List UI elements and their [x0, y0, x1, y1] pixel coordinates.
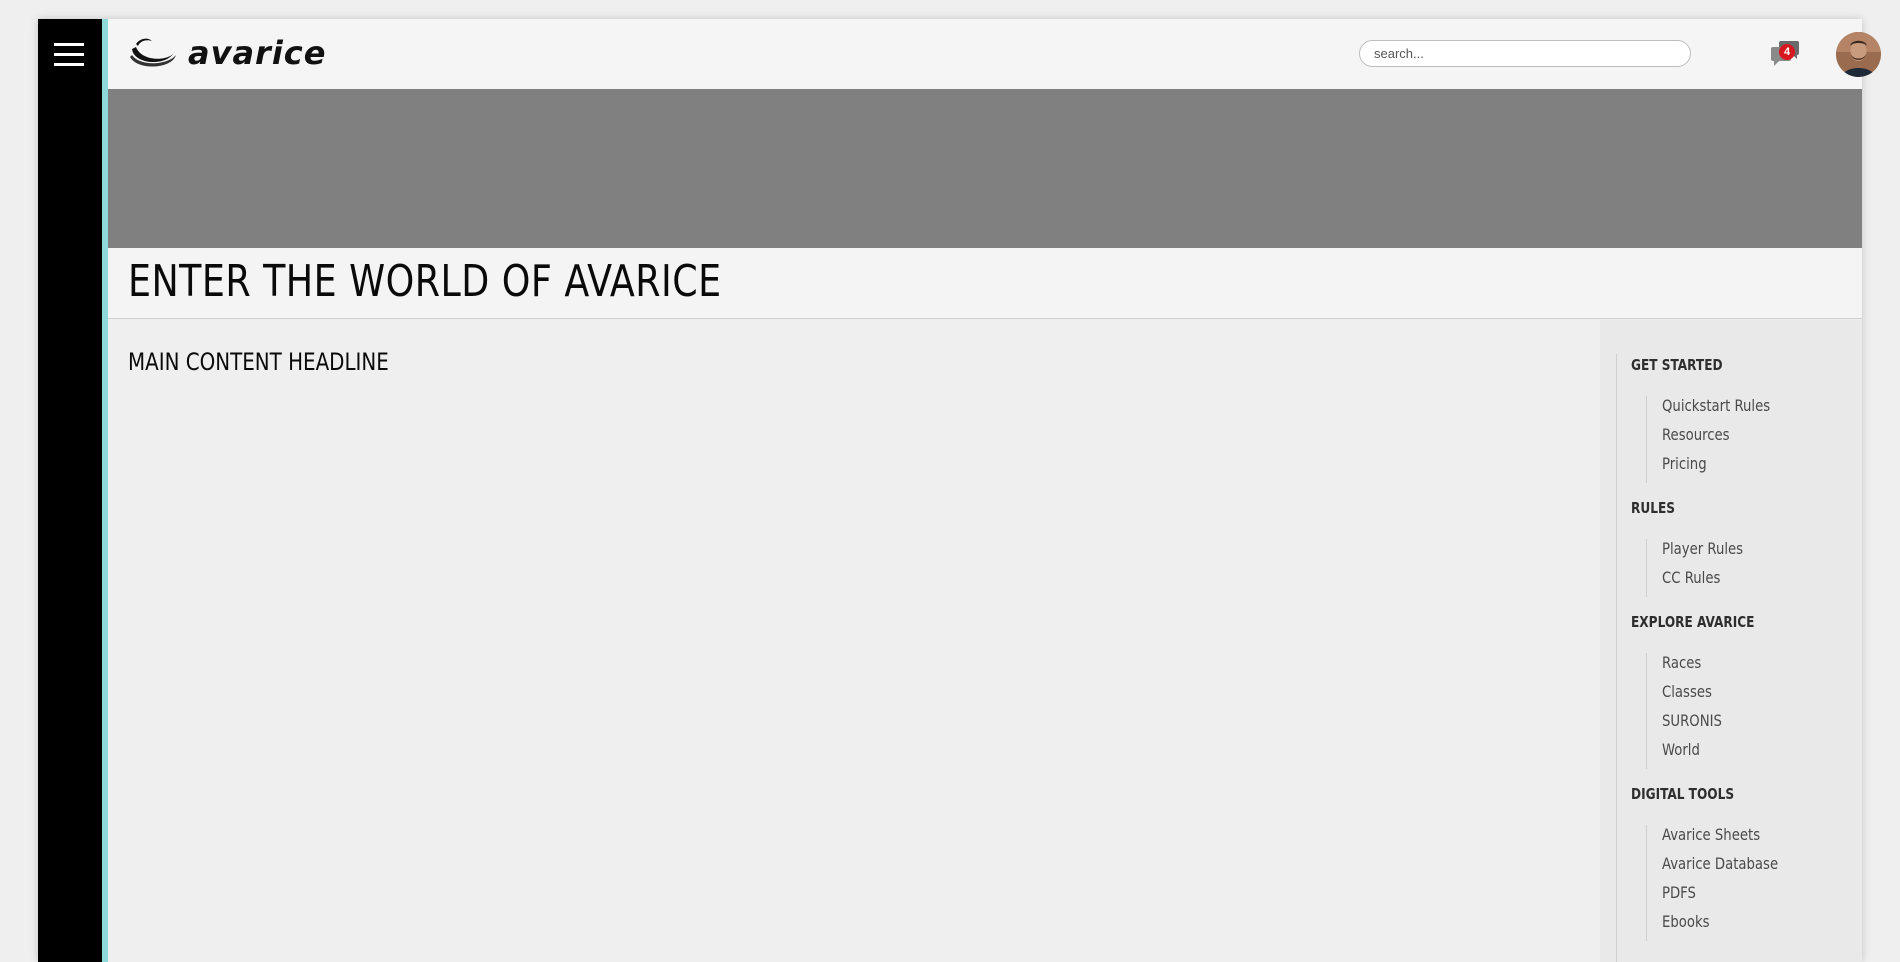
nav-heading[interactable]: RULES [1631, 497, 1816, 519]
main-content: MAIN CONTENT HEADLINE [108, 320, 1598, 962]
logo-text: avarice [188, 34, 327, 72]
nav-item-classes[interactable]: Classes [1662, 682, 1822, 711]
content-area: avarice 4 [108, 19, 1881, 962]
sidebar-tree: GET STARTED Quickstart Rules Resources P… [1616, 354, 1836, 962]
hamburger-menu-icon[interactable] [54, 39, 86, 71]
nav-section-rules: RULES Player Rules CC Rules [1631, 497, 1836, 597]
nav-list: Quickstart Rules Resources Pricing [1646, 396, 1836, 483]
logo-orbit-icon [130, 38, 176, 67]
avatar-image [1836, 32, 1881, 77]
nav-item-races[interactable]: Races [1662, 653, 1822, 682]
nav-list: Player Rules CC Rules [1646, 539, 1836, 597]
notification-badge: 4 [1779, 44, 1795, 60]
nav-item-player-rules[interactable]: Player Rules [1662, 539, 1822, 568]
hero-banner [108, 89, 1862, 248]
nav-heading[interactable]: GET STARTED [1631, 354, 1816, 376]
search-input[interactable] [1359, 40, 1691, 67]
app-frame: avarice 4 [38, 19, 1881, 962]
logo[interactable]: avarice [128, 35, 326, 71]
nav-item-ebooks[interactable]: Ebooks [1662, 912, 1822, 941]
chat-bubbles-icon[interactable]: 4 [1769, 39, 1801, 69]
nav-list: Avarice Sheets Avarice Database PDFS Ebo… [1646, 825, 1836, 941]
left-rail [38, 19, 102, 962]
nav-section-get-started: GET STARTED Quickstart Rules Resources P… [1631, 354, 1836, 483]
nav-item-pdfs[interactable]: PDFS [1662, 883, 1822, 912]
nav-item-pricing[interactable]: Pricing [1662, 454, 1822, 483]
nav-item-cc-rules[interactable]: CC Rules [1662, 568, 1822, 597]
nav-item-avarice-database[interactable]: Avarice Database [1662, 854, 1822, 883]
nav-section-explore-avarice: EXPLORE AVARICE Races Classes SURONIS Wo… [1631, 611, 1836, 769]
nav-heading[interactable]: EXPLORE AVARICE [1631, 611, 1816, 633]
nav-item-suronis[interactable]: SURONIS [1662, 711, 1822, 740]
nav-item-resources[interactable]: Resources [1662, 425, 1822, 454]
main-headline: MAIN CONTENT HEADLINE [128, 348, 389, 376]
top-bar: avarice 4 [108, 19, 1881, 89]
sidebar-nav: GET STARTED Quickstart Rules Resources P… [1600, 320, 1862, 962]
nav-heading[interactable]: DIGITAL TOOLS [1631, 783, 1816, 805]
user-avatar[interactable] [1836, 32, 1881, 77]
nav-item-quickstart-rules[interactable]: Quickstart Rules [1662, 396, 1822, 425]
page-title: ENTER THE WORLD OF AVARICE [128, 256, 722, 307]
nav-section-digital-tools: DIGITAL TOOLS Avarice Sheets Avarice Dat… [1631, 783, 1836, 941]
nav-item-avarice-sheets[interactable]: Avarice Sheets [1662, 825, 1822, 854]
nav-item-world[interactable]: World [1662, 740, 1822, 769]
nav-list: Races Classes SURONIS World [1646, 653, 1836, 769]
title-bar: ENTER THE WORLD OF AVARICE [108, 248, 1862, 319]
